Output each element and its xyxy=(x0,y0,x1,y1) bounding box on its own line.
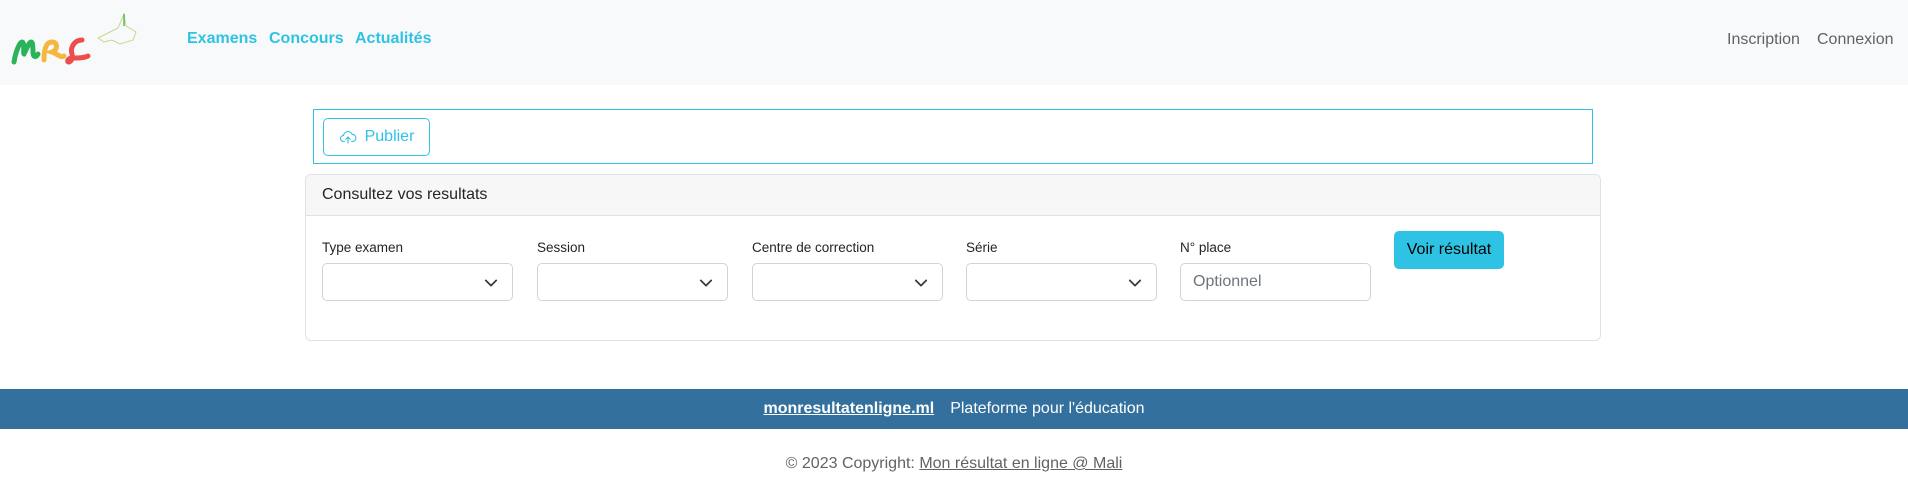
centre-correction-select[interactable] xyxy=(752,263,943,301)
card-header: Consultez vos resultats xyxy=(306,175,1600,216)
nav-link-actualites[interactable]: Actualités xyxy=(355,30,431,48)
type-examen-label: Type examen xyxy=(322,240,404,255)
footer-tagline: Plateforme pour l'éducation xyxy=(950,400,1145,417)
serie-label: Série xyxy=(966,240,998,255)
centre-correction-label: Centre de correction xyxy=(752,240,875,255)
results-card: Consultez vos resultats Type examen Sess… xyxy=(305,174,1601,341)
session-label: Session xyxy=(537,240,586,255)
nav-link-connexion[interactable]: Connexion xyxy=(1817,31,1894,49)
footer-bar: monresultatenligne.ml Plateforme pour l'… xyxy=(0,389,1908,429)
voir-resultat-button[interactable]: Voir résultat xyxy=(1394,231,1504,269)
navbar: Examens Concours Actualités Inscription … xyxy=(0,0,1908,85)
serie-select[interactable] xyxy=(966,263,1157,301)
publish-container: Publier xyxy=(313,109,1593,164)
publish-button[interactable]: Publier xyxy=(323,118,430,156)
chevron-down-icon xyxy=(699,279,713,287)
type-examen-select[interactable] xyxy=(322,263,513,301)
chevron-down-icon xyxy=(484,279,498,287)
footer-site-link[interactable]: monresultatenligne.ml xyxy=(764,400,935,418)
copyright-prefix: © 2023 Copyright: xyxy=(785,455,915,472)
nav-link-examens[interactable]: Examens xyxy=(187,30,257,48)
session-select[interactable] xyxy=(537,263,728,301)
nav-link-concours[interactable]: Concours xyxy=(269,30,344,48)
nav-link-inscription[interactable]: Inscription xyxy=(1727,31,1800,49)
place-number-input[interactable] xyxy=(1180,263,1371,301)
copyright-link[interactable]: Mon résultat en ligne @ Mali xyxy=(919,455,1122,472)
copyright: © 2023 Copyright: Mon résultat en ligne … xyxy=(0,455,1908,473)
logo-graphic xyxy=(11,12,137,65)
publish-label: Publier xyxy=(364,128,415,145)
site-logo[interactable] xyxy=(8,10,148,72)
cloud-upload-icon xyxy=(339,131,357,144)
place-number-label: N° place xyxy=(1180,240,1232,255)
chevron-down-icon xyxy=(914,279,928,287)
chevron-down-icon xyxy=(1128,279,1142,287)
